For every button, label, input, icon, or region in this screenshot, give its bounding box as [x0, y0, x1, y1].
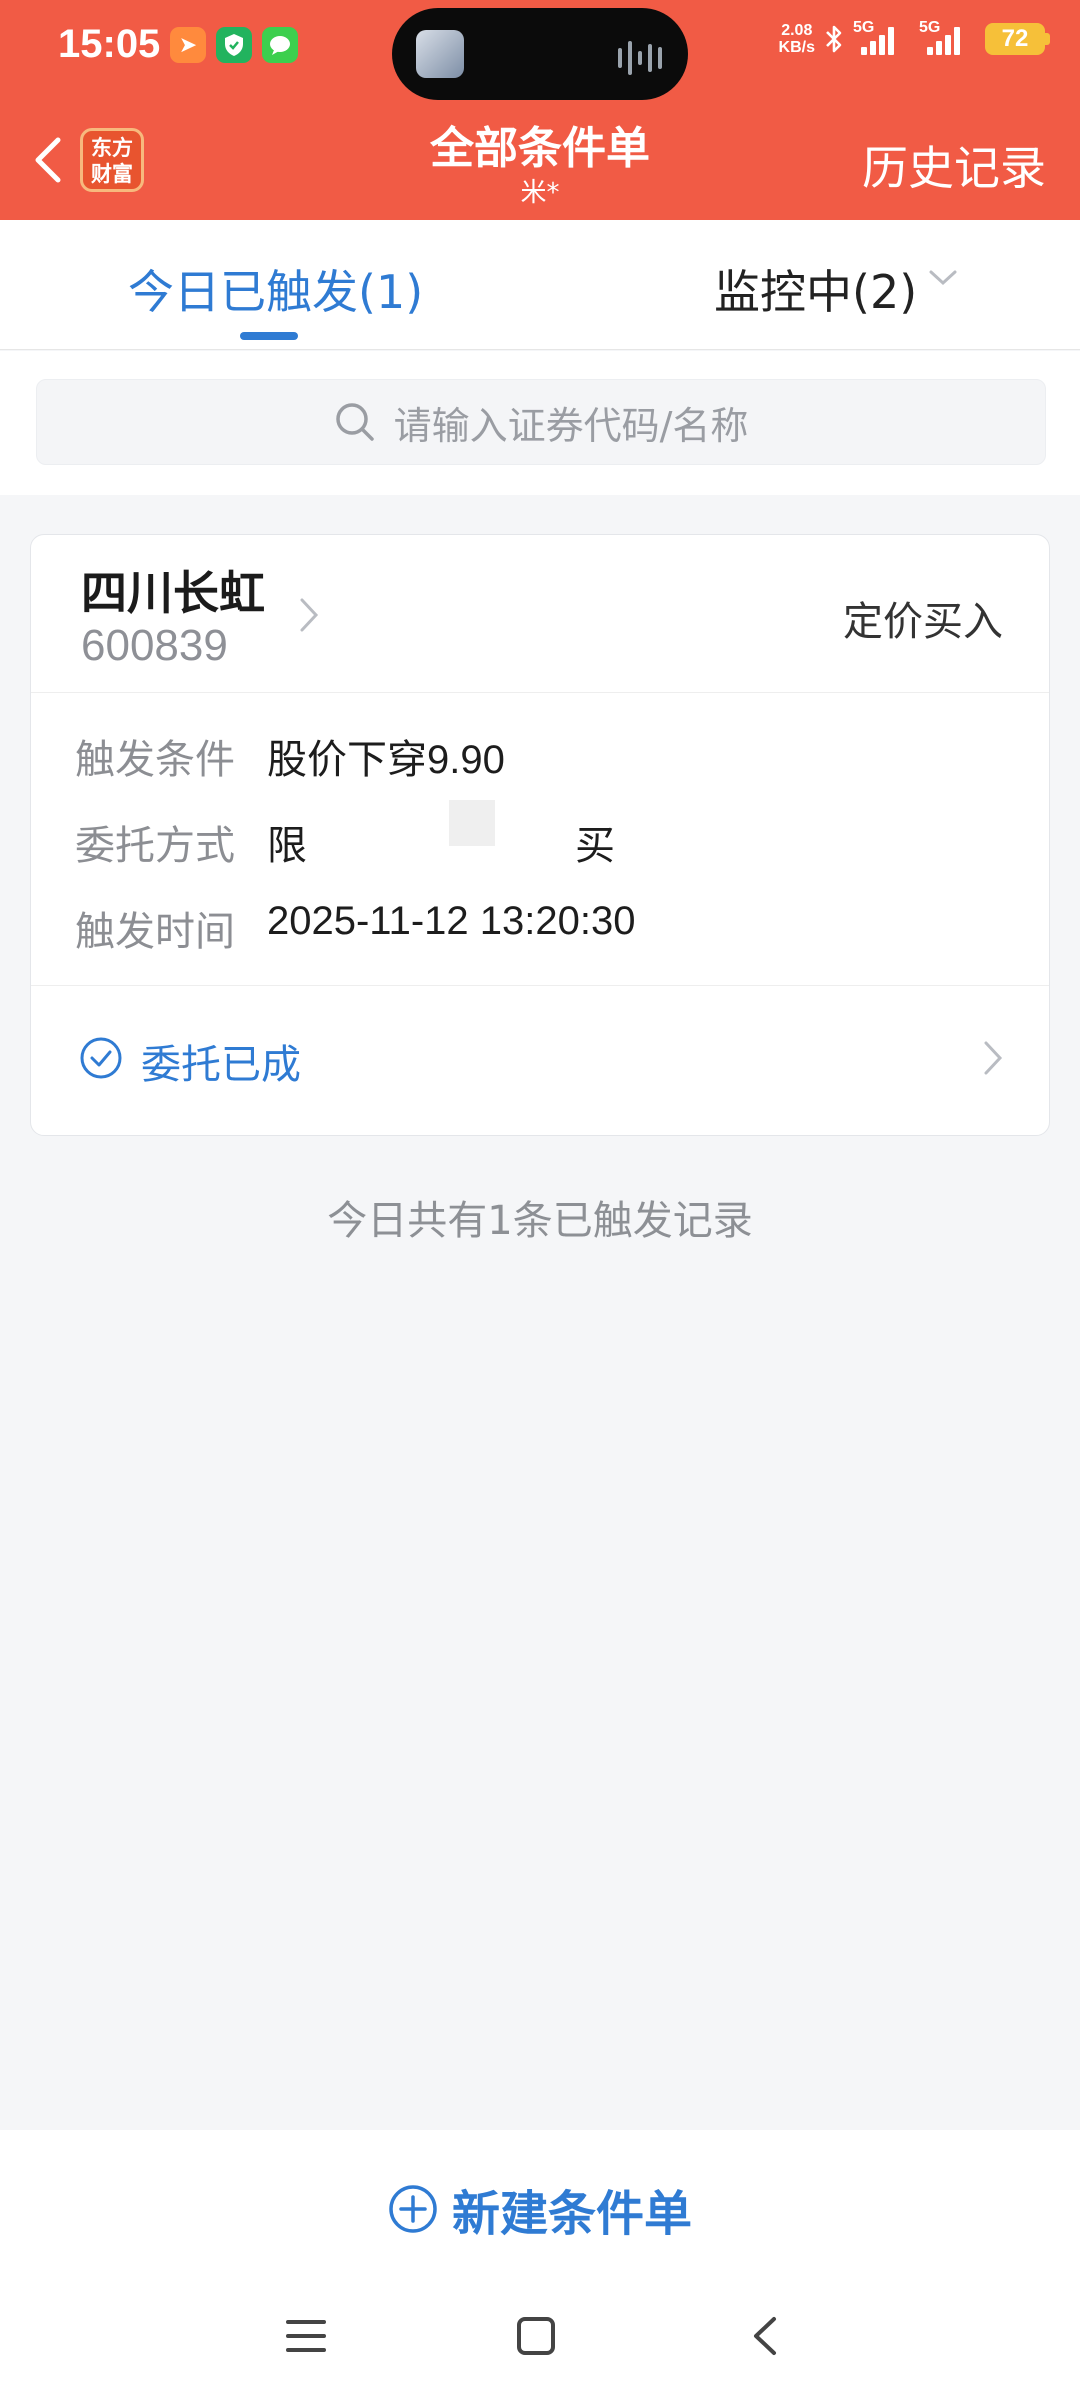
- back-icon[interactable]: [750, 2316, 780, 2356]
- status-bar: 15:05 ➤ 2.08 KB/s 5G 5G 72: [0, 0, 1080, 100]
- battery-level: 72: [985, 23, 1045, 55]
- chevron-right-icon[interactable]: [297, 595, 321, 635]
- search-icon: [335, 403, 374, 441]
- row-value: 2025-11-12 13:20:30: [267, 899, 636, 943]
- tab-active-indicator: [240, 332, 298, 340]
- signal-sim1-icon: 5G: [853, 19, 911, 55]
- order-status-bar[interactable]: 委托已成: [31, 985, 1049, 1135]
- app-header: 15:05 ➤ 2.08 KB/s 5G 5G 72 东方 财富 全部条件单 米…: [0, 0, 1080, 220]
- notification-icons: ➤: [170, 27, 298, 63]
- order-status: 委托已成: [141, 1042, 301, 1088]
- row-value: 股价下穿9.90: [267, 738, 505, 782]
- status-time: 15:05: [58, 22, 161, 66]
- new-order-label: 新建条件单: [451, 2186, 692, 2242]
- row-value-prefix: 限: [267, 824, 307, 868]
- system-navigation: [0, 2298, 1080, 2378]
- row-label: 触发时间: [75, 909, 235, 955]
- send-app-icon: ➤: [170, 27, 206, 63]
- summary-text: 今日共有1条已触发记录: [327, 1198, 753, 1244]
- card-header[interactable]: 四川长虹 600839 定价买入: [31, 535, 1049, 693]
- search-placeholder: 请输入证券代码/名称: [393, 403, 749, 448]
- tab-bar: 今日已触发(1) 监控中(2): [0, 220, 1080, 350]
- net-speed: 2.08 KB/s: [779, 22, 815, 56]
- row-label: 委托方式: [75, 823, 235, 869]
- net-speed-value: 2.08: [781, 22, 813, 39]
- row-label: 触发条件: [75, 737, 235, 783]
- trigger-time-row: 触发时间 2025-11-12 13:20:30: [75, 899, 635, 957]
- sim1-label: 5G: [853, 19, 875, 36]
- chevron-down-icon[interactable]: [928, 268, 958, 288]
- condition-order-card[interactable]: 四川长虹 600839 定价买入 触发条件 股价下穿9.90 委托方式 限 买 …: [30, 534, 1050, 1136]
- row-value-buy: 买: [575, 824, 615, 868]
- new-condition-order-button[interactable]: 新建条件单: [0, 2174, 1080, 2244]
- status-right: 2.08 KB/s 5G 5G 72: [779, 19, 1050, 56]
- search-input[interactable]: 请输入证券代码/名称: [36, 379, 1046, 465]
- redaction-mask: [449, 800, 495, 846]
- message-app-icon: [262, 27, 298, 63]
- menu-icon[interactable]: [286, 2316, 326, 2356]
- battery-icon: 72: [985, 23, 1050, 55]
- search-area: 请输入证券代码/名称: [0, 351, 1080, 495]
- shield-app-icon: [216, 27, 252, 63]
- order-type: 定价买入: [843, 599, 1003, 645]
- net-speed-unit: KB/s: [778, 39, 815, 56]
- stock-name: 四川长虹: [81, 566, 265, 620]
- chevron-right-icon[interactable]: [981, 1038, 1005, 1078]
- history-link[interactable]: 历史记录: [862, 132, 1046, 198]
- media-thumbnail-icon: [416, 30, 464, 78]
- trigger-condition-row: 触发条件 股价下穿9.90: [75, 727, 505, 785]
- order-method-row: 委托方式 限 买: [75, 813, 615, 871]
- dynamic-island[interactable]: [392, 8, 688, 100]
- tab-monitoring[interactable]: 监控中(2): [714, 256, 917, 322]
- signal-sim2-icon: 5G: [919, 19, 977, 55]
- stock-code: 600839: [81, 621, 228, 670]
- sim2-label: 5G: [919, 19, 941, 36]
- check-circle-icon: [80, 1037, 122, 1079]
- bottom-bar: 新建条件单: [0, 2130, 1080, 2400]
- home-icon[interactable]: [516, 2316, 556, 2356]
- bluetooth-icon: [826, 25, 842, 53]
- audio-wave-icon: [618, 41, 662, 75]
- tab-triggered-today[interactable]: 今日已触发(1): [128, 256, 423, 322]
- plus-circle-icon: [389, 2185, 437, 2233]
